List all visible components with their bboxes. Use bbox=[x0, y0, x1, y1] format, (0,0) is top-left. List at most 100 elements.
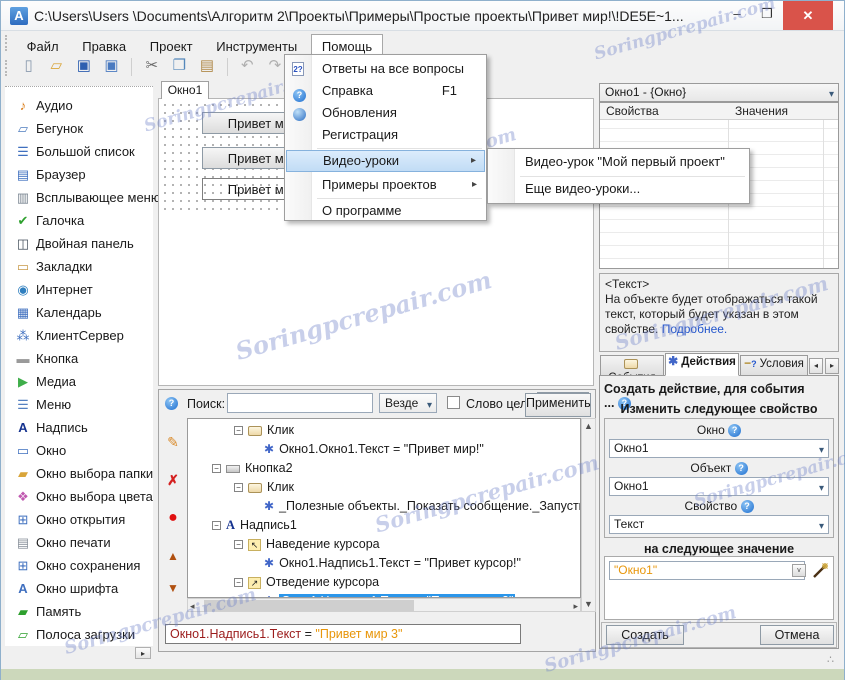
collapse-icon[interactable]: − bbox=[234, 483, 243, 493]
menu-item-registration[interactable]: Регистрация bbox=[286, 124, 485, 146]
tree-item-label[interactable]: Окно1.Надпись1.Текст = "Привет курсор!" bbox=[279, 556, 521, 570]
close-button[interactable]: ✕ bbox=[783, 1, 833, 30]
sidebar-item-save-dialog[interactable]: ⊞ Окно сохранения bbox=[5, 554, 153, 577]
submenu-item-first-project[interactable]: Видео-урок "Мой первый проект" bbox=[489, 151, 748, 173]
sidebar-item-internet[interactable]: ◉ Интернет bbox=[5, 278, 153, 301]
sidebar-item-open-dialog[interactable]: ⊞ Окно открытия bbox=[5, 508, 153, 531]
tree-vertical-scrollbar[interactable]: ▲ ▼ bbox=[581, 418, 596, 612]
designer-tab-okno1[interactable]: Окно1 bbox=[161, 81, 209, 99]
sidebar-item-button[interactable]: ▬ Кнопка bbox=[5, 347, 153, 370]
collapse-icon[interactable]: − bbox=[234, 578, 243, 588]
sidebar-item-big-list[interactable]: ☰ Большой список bbox=[5, 140, 153, 163]
help-icon[interactable]: ? bbox=[740, 500, 754, 514]
collapse-icon[interactable]: − bbox=[234, 540, 243, 550]
save-all-icon[interactable]: ▣ bbox=[100, 55, 124, 78]
whole-word-checkbox[interactable] bbox=[447, 396, 460, 409]
collapse-icon[interactable]: − bbox=[234, 426, 243, 436]
undo-icon[interactable]: ↶ bbox=[235, 55, 259, 78]
scrollbar-thumb[interactable] bbox=[204, 600, 414, 611]
menu-item-about[interactable]: О программе bbox=[286, 200, 485, 222]
cancel-button[interactable]: Отмена bbox=[760, 625, 834, 645]
sidebar-item-slider[interactable]: ▱ Бегунок bbox=[5, 117, 153, 140]
property-dropdown[interactable]: Текст ▾ bbox=[609, 515, 829, 534]
menu-item-answers[interactable]: 2? Ответы на все вопросы bbox=[286, 58, 485, 80]
tree-item-label[interactable]: Окно1.Окно1.Текст = "Привет мир!" bbox=[279, 442, 484, 456]
tree-item-label[interactable]: Кнопка2 bbox=[245, 461, 293, 475]
paste-icon[interactable]: ▤ bbox=[195, 55, 219, 78]
copy-icon[interactable]: ❐ bbox=[167, 55, 191, 78]
sidebar-overflow-icon[interactable]: ▸ bbox=[135, 647, 151, 659]
app-window: A C:\Users\Users \Documents\Алгоритм 2\П… bbox=[0, 0, 845, 680]
record-icon[interactable]: ● bbox=[163, 508, 183, 528]
minimize-button[interactable]: – bbox=[723, 1, 751, 29]
menu-item-updates[interactable]: Обновления bbox=[286, 102, 485, 124]
collapse-icon[interactable]: − bbox=[212, 521, 221, 531]
help-icon[interactable]: ? bbox=[165, 397, 178, 410]
sidebar-item-browser[interactable]: ▤ Браузер bbox=[5, 163, 153, 186]
scroll-left-icon[interactable]: ◂ bbox=[190, 601, 195, 612]
sidebar-item-checkbox[interactable]: ✔ Галочка bbox=[5, 209, 153, 232]
scope-dropdown[interactable]: Везде ▾ bbox=[379, 393, 437, 413]
cut-icon[interactable]: ✂ bbox=[140, 55, 164, 78]
delete-icon[interactable]: ✗ bbox=[163, 470, 183, 490]
sidebar-item-progress-bar[interactable]: ▱ Полоса загрузки bbox=[5, 623, 153, 646]
new-icon[interactable]: ▯ bbox=[17, 55, 41, 78]
menu-item-help[interactable]: ? Справка F1 bbox=[286, 80, 485, 103]
tree-item-label[interactable]: Клик bbox=[267, 423, 294, 437]
scroll-right-icon[interactable]: ▸ bbox=[573, 601, 578, 612]
sidebar-item-print-dialog[interactable]: ▤ Окно печати bbox=[5, 531, 153, 554]
value-input[interactable]: "Окно1" v bbox=[609, 561, 806, 580]
tree-item-label[interactable]: Отведение курсора bbox=[266, 575, 379, 589]
more-link[interactable]: Подробнее. bbox=[662, 322, 728, 336]
edit-pencil-icon[interactable]: ✎ bbox=[163, 432, 183, 452]
search-input[interactable] bbox=[227, 393, 373, 413]
apply-button[interactable]: Применить bbox=[525, 393, 591, 417]
tab-scroll-right-icon[interactable]: ▸ bbox=[825, 358, 839, 374]
sidebar-item-media[interactable]: ▶ Медиа bbox=[5, 370, 153, 393]
sidebar-item-folder-dialog[interactable]: ▰ Окно выбора папки bbox=[5, 462, 153, 485]
tree-horizontal-scrollbar[interactable]: ◂ ▸ bbox=[187, 598, 581, 612]
open-icon[interactable]: ▱ bbox=[44, 55, 68, 78]
resize-grip[interactable]: ∴ bbox=[827, 653, 835, 666]
menu-item-example-projects[interactable]: Примеры проектов ▸ bbox=[286, 174, 485, 196]
sidebar-item-window[interactable]: ▭ Окно bbox=[5, 439, 153, 462]
move-down-icon[interactable]: ▼ bbox=[163, 578, 183, 598]
tree-item-label[interactable]: _Полезные объекты._Показать сообщение._З… bbox=[279, 499, 580, 513]
tree-item-label[interactable]: Наведение курсора bbox=[266, 537, 380, 551]
scroll-up-icon[interactable]: ▲ bbox=[582, 421, 595, 431]
sidebar-item-memory[interactable]: ▰ Память bbox=[5, 600, 153, 623]
sidebar-item-audio[interactable]: ♪ Аудио bbox=[5, 94, 153, 117]
maximize-button[interactable]: ❐ bbox=[753, 1, 781, 29]
scroll-down-icon[interactable]: ▼ bbox=[582, 599, 595, 609]
submenu-item-more-videos[interactable]: Еще видео-уроки... bbox=[489, 178, 748, 200]
magic-wand-icon[interactable] bbox=[811, 560, 831, 580]
save-icon[interactable]: ▣ bbox=[72, 55, 96, 78]
sidebar-item-font-dialog[interactable]: A Окно шрифта bbox=[5, 577, 153, 600]
tree-item-label[interactable]: Надпись1 bbox=[240, 518, 297, 532]
sidebar-item-dual-panel[interactable]: ◫ Двойная панель bbox=[5, 232, 153, 255]
sidebar-item-menu[interactable]: ☰ Меню bbox=[5, 393, 153, 416]
help-icon[interactable]: ? bbox=[728, 424, 742, 438]
window-dropdown[interactable]: Окно1 ▾ bbox=[609, 439, 829, 458]
create-button[interactable]: Создать bbox=[606, 625, 684, 645]
sidebar-item-color-dialog[interactable]: ❖ Окно выбора цвета bbox=[5, 485, 153, 508]
label-icon: A bbox=[18, 420, 28, 435]
sidebar-item-label[interactable]: A Надпись bbox=[5, 416, 153, 439]
tab-scroll-left-icon[interactable]: ◂ bbox=[809, 358, 823, 374]
tab-conditions[interactable]: −? Условия bbox=[740, 355, 808, 376]
sidebar-item-client-server[interactable]: ⁂ КлиентСервер bbox=[5, 324, 153, 347]
move-up-icon[interactable]: ▲ bbox=[163, 546, 183, 566]
sidebar-item-bookmarks[interactable]: ▭ Закладки bbox=[5, 255, 153, 278]
sidebar-item-popup-menu[interactable]: ▥ Всплывающее меню bbox=[5, 186, 161, 209]
tree-item-label[interactable]: Клик bbox=[267, 480, 294, 494]
object-selector-dropdown[interactable]: Окно1 - {Окно} ▾ bbox=[599, 83, 839, 102]
menu-item-video-lessons[interactable]: Видео-уроки ▸ bbox=[286, 150, 485, 172]
help-icon[interactable]: ? bbox=[734, 462, 748, 476]
collapse-icon[interactable]: − bbox=[212, 464, 221, 474]
value-dropdown-icon[interactable]: v bbox=[792, 564, 806, 577]
tab-events[interactable]: События bbox=[600, 355, 664, 384]
tab-actions[interactable]: ✱ Действия bbox=[665, 353, 739, 376]
object-dropdown[interactable]: Окно1 ▾ bbox=[609, 477, 829, 496]
sidebar-item-calendar[interactable]: ▦ Календарь bbox=[5, 301, 153, 324]
expression-input[interactable]: Окно1.Надпись1.Текст = "Привет мир 3" bbox=[165, 624, 521, 644]
